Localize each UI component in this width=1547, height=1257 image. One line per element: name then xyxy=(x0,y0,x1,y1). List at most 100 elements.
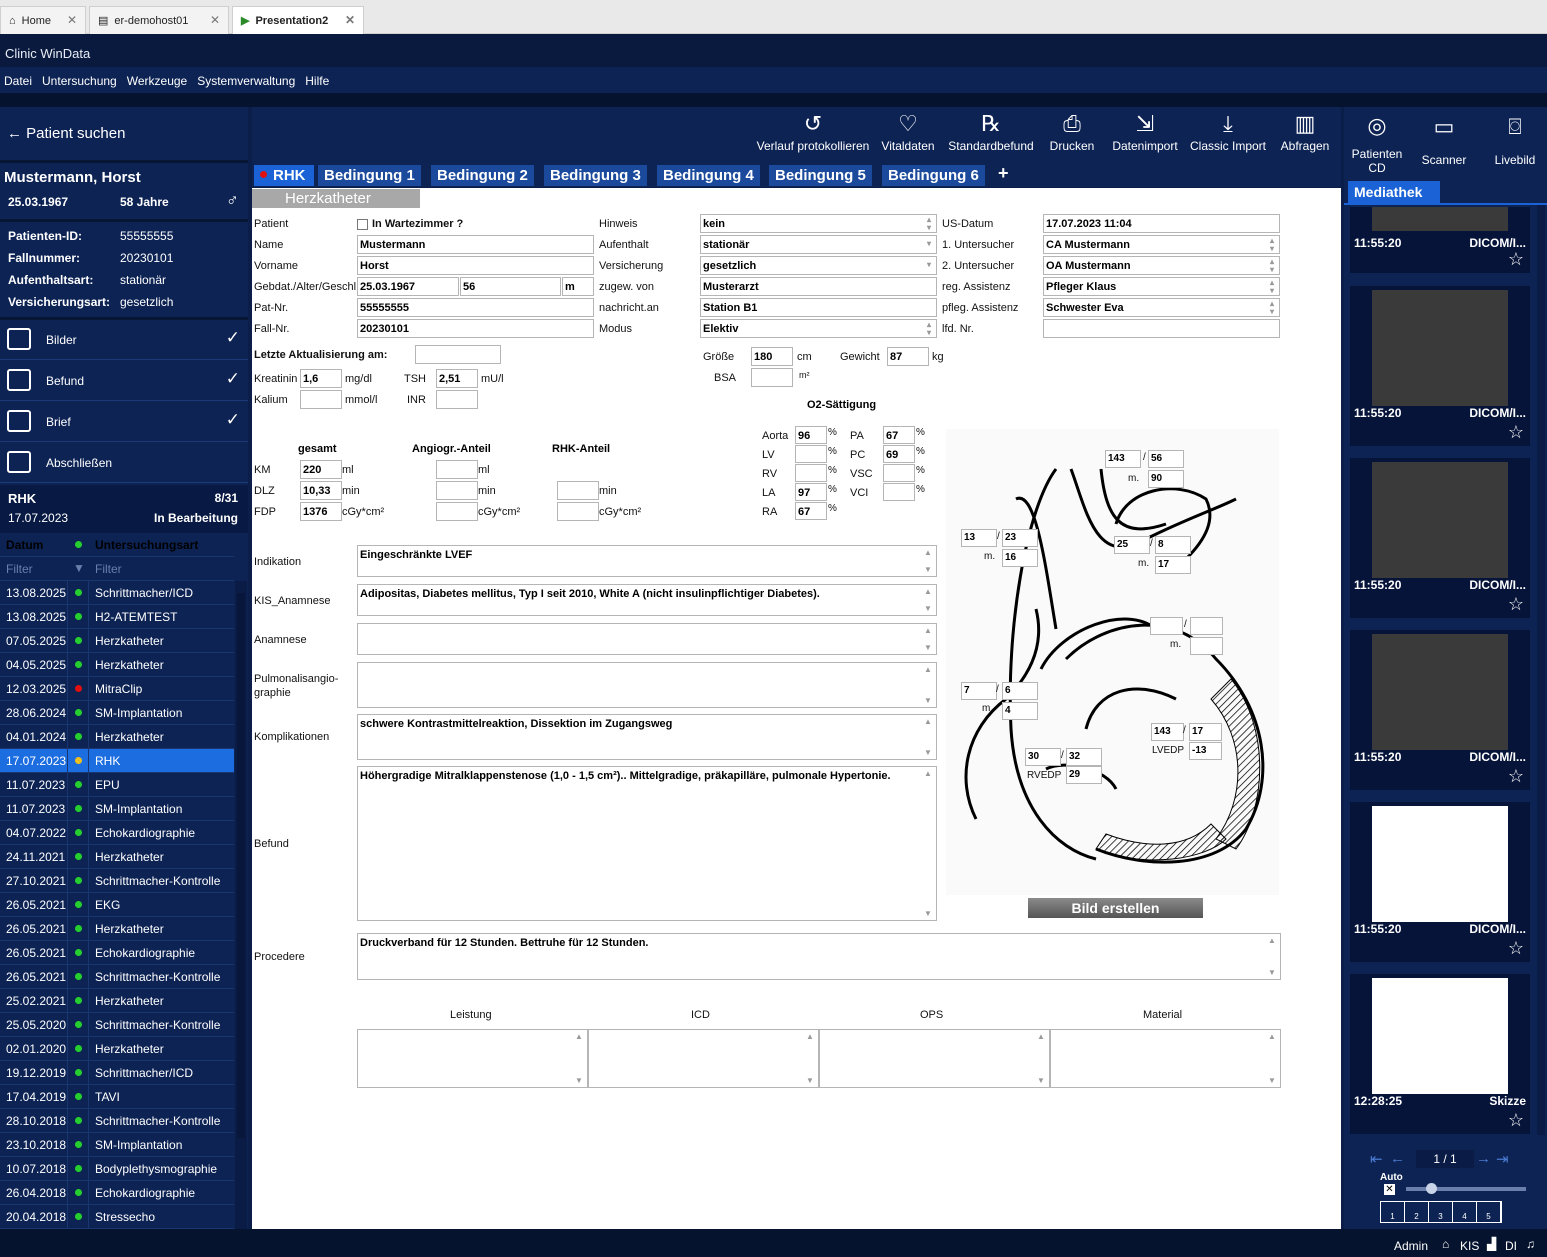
pressure-field[interactable]: 6 xyxy=(1002,682,1038,700)
prev-page-icon[interactable]: ← xyxy=(1390,1150,1405,1167)
pressure-field[interactable]: 23 xyxy=(1002,529,1038,547)
exam-row[interactable]: 28.10.2018 Schrittmacher-Kontrolle xyxy=(0,1109,234,1133)
auto-checkbox[interactable]: ✕ xyxy=(1384,1184,1395,1195)
material-list[interactable]: ▲ ▼ xyxy=(1050,1029,1281,1088)
star-icon[interactable]: ☆ xyxy=(1508,1110,1524,1131)
note-field[interactable]: kein ▴ ▾ xyxy=(700,214,937,233)
sex-field[interactable]: m xyxy=(562,277,594,296)
dose-rhk-field[interactable] xyxy=(557,502,599,521)
patient-number-field[interactable]: 55555555 xyxy=(357,298,594,317)
tsh-field[interactable]: 2,51 xyxy=(436,369,478,388)
exam-row[interactable]: 25.02.2021 Herzkatheter xyxy=(0,989,234,1013)
pressure-field[interactable]: 32 xyxy=(1066,748,1102,766)
pulmonary-angio-textarea[interactable]: ▲ ▼ xyxy=(357,662,937,708)
exam-row[interactable]: 26.05.2021 Schrittmacher-Kontrolle xyxy=(0,965,234,989)
exam-row[interactable]: 04.05.2025 Herzkatheter xyxy=(0,653,234,677)
data-import-button[interactable]: ⇲ Datenimport xyxy=(1110,107,1180,163)
contrast-angio-field[interactable] xyxy=(436,460,478,479)
tab-bedingung-4[interactable]: Bedingung 4 xyxy=(657,165,760,186)
classic-import-button[interactable]: ⤓ Classic Import xyxy=(1188,107,1268,163)
exam-row[interactable]: 25.05.2020 Schrittmacher-Kontrolle xyxy=(0,1013,234,1037)
media-thumbnail[interactable]: 11:55:20 DICOM/I... ☆ xyxy=(1350,458,1530,618)
pressure-field[interactable]: 90 xyxy=(1148,470,1184,488)
star-icon[interactable]: ☆ xyxy=(1508,422,1524,443)
queries-button[interactable]: ▥ Abfragen xyxy=(1276,107,1334,163)
fluoro-time-rhk-field[interactable] xyxy=(557,481,599,500)
slot[interactable]: 1 xyxy=(1381,1202,1405,1222)
exam-row[interactable]: 24.11.2021 Herzkatheter xyxy=(0,845,234,869)
service-list[interactable]: ▲ ▼ xyxy=(357,1029,588,1088)
name-field[interactable]: Mustermann xyxy=(357,235,594,254)
exam-row[interactable]: 10.07.2018 Bodyplethysmographie xyxy=(0,1157,234,1181)
menu-systemverwaltung[interactable]: Systemverwaltung xyxy=(197,74,295,88)
exam-row[interactable]: 11.07.2023 SM-Implantation xyxy=(0,797,234,821)
tab-bedingung-2[interactable]: Bedingung 2 xyxy=(431,165,534,186)
tab-bedingung-5[interactable]: Bedingung 5 xyxy=(769,165,872,186)
indication-textarea[interactable]: Eingeschränkte LVEF ▲ ▼ xyxy=(357,545,937,577)
pressure-field[interactable]: 17 xyxy=(1155,556,1191,574)
vitals-button[interactable]: ♡ Vitaldaten xyxy=(878,107,938,163)
star-icon[interactable]: ☆ xyxy=(1508,249,1524,270)
filter-icon[interactable]: ▼ xyxy=(73,561,85,575)
o2-field[interactable]: 96 xyxy=(795,426,827,444)
reg-assistant-field[interactable]: Pfleger Klaus ▴ ▾ xyxy=(1043,277,1280,296)
notify-field[interactable]: Station B1 xyxy=(700,298,937,317)
fluoro-time-total-field[interactable]: 10,33 xyxy=(300,481,342,500)
exam-row[interactable]: 26.04.2018 Echokardiographie xyxy=(0,1181,234,1205)
media-thumbnail[interactable]: 11:55:20 DICOM/I... ☆ xyxy=(1350,207,1530,273)
exam-row[interactable]: 13.08.2025 H2-ATEMTEST xyxy=(0,605,234,629)
star-icon[interactable]: ☆ xyxy=(1508,594,1524,615)
media-thumbnail[interactable]: 11:55:20 DICOM/I... ☆ xyxy=(1350,802,1530,962)
tab-bedingung-6[interactable]: Bedingung 6 xyxy=(882,165,985,186)
tab-mediathek[interactable]: Mediathek xyxy=(1348,181,1440,203)
pressure-field[interactable] xyxy=(1150,617,1183,635)
history-button[interactable]: ↺ Verlauf protokollieren xyxy=(752,107,874,163)
fluoro-time-angio-field[interactable] xyxy=(436,481,478,500)
serial-number-field[interactable] xyxy=(1043,319,1280,338)
pressure-field[interactable]: 7 xyxy=(961,682,997,700)
browser-tab-presentation[interactable]: ▶ Presentation2 ✕ xyxy=(232,6,364,34)
exam-row[interactable]: 20.04.2018 Stressecho xyxy=(0,1205,234,1229)
contrast-total-field[interactable]: 220 xyxy=(300,460,342,479)
star-icon[interactable]: ☆ xyxy=(1508,766,1524,787)
di-status[interactable]: DI xyxy=(1505,1239,1517,1253)
tab-bedingung-1[interactable]: Bedingung 1 xyxy=(318,165,421,186)
pressure-field[interactable]: 8 xyxy=(1155,536,1191,554)
exam-row[interactable]: 11.07.2023 EPU xyxy=(0,773,234,797)
print-button[interactable]: ⎙ Drucken xyxy=(1048,107,1096,163)
dose-angio-field[interactable] xyxy=(436,502,478,521)
pressure-field[interactable]: 16 xyxy=(1002,549,1038,567)
scrollbar[interactable] xyxy=(235,581,247,1229)
pressure-field[interactable]: -13 xyxy=(1189,742,1222,760)
speed-slider[interactable] xyxy=(1406,1183,1526,1194)
exam-row[interactable]: 26.05.2021 EKG xyxy=(0,893,234,917)
o2-field[interactable] xyxy=(883,483,915,501)
last-page-icon[interactable]: ⇥ xyxy=(1496,1150,1509,1168)
livebild-button[interactable]: ⌼ Livebild xyxy=(1484,107,1546,177)
kis-anamnesis-textarea[interactable]: Adipositas, Diabetes mellitus, Typ I sei… xyxy=(357,584,937,616)
close-icon[interactable]: ✕ xyxy=(210,13,220,27)
add-tab-button[interactable]: + xyxy=(998,163,1009,184)
pressure-field[interactable]: 25 xyxy=(1114,536,1150,554)
bell-icon[interactable]: ♫ xyxy=(1526,1237,1535,1251)
pressure-field[interactable]: 143 xyxy=(1105,450,1141,468)
weight-field[interactable]: 87 xyxy=(887,347,929,366)
close-icon[interactable]: ✕ xyxy=(345,13,355,27)
menu-hilfe[interactable]: Hilfe xyxy=(305,74,329,88)
exam-row[interactable]: 19.12.2019 Schrittmacher/ICD xyxy=(0,1061,234,1085)
anamnesis-textarea[interactable]: ▲ ▼ xyxy=(357,623,937,655)
examiner2-field[interactable]: OA Mustermann ▴ ▾ xyxy=(1043,256,1280,275)
o2-field[interactable]: 67 xyxy=(883,426,915,444)
o2-field[interactable] xyxy=(883,464,915,482)
exam-row[interactable]: 17.07.2023 RHK xyxy=(0,749,234,773)
exam-row[interactable]: 23.10.2018 SM-Implantation xyxy=(0,1133,234,1157)
type-filter-input[interactable]: Filter xyxy=(95,562,122,576)
complications-textarea[interactable]: schwere Kontrastmittelreaktion, Dissekti… xyxy=(357,714,937,760)
findings-textarea[interactable]: Höhergradige Mitralklappenstenose (1,0 -… xyxy=(357,766,937,921)
exam-row[interactable]: 13.08.2025 Schrittmacher/ICD xyxy=(0,581,234,605)
waiting-room-checkbox[interactable] xyxy=(357,219,368,230)
close-icon[interactable]: ✕ xyxy=(67,13,77,27)
nav-bilder[interactable]: Bilder ✓ xyxy=(0,320,248,360)
dose-total-field[interactable]: 1376 xyxy=(300,502,342,521)
creatinine-field[interactable]: 1,6 xyxy=(300,369,342,388)
